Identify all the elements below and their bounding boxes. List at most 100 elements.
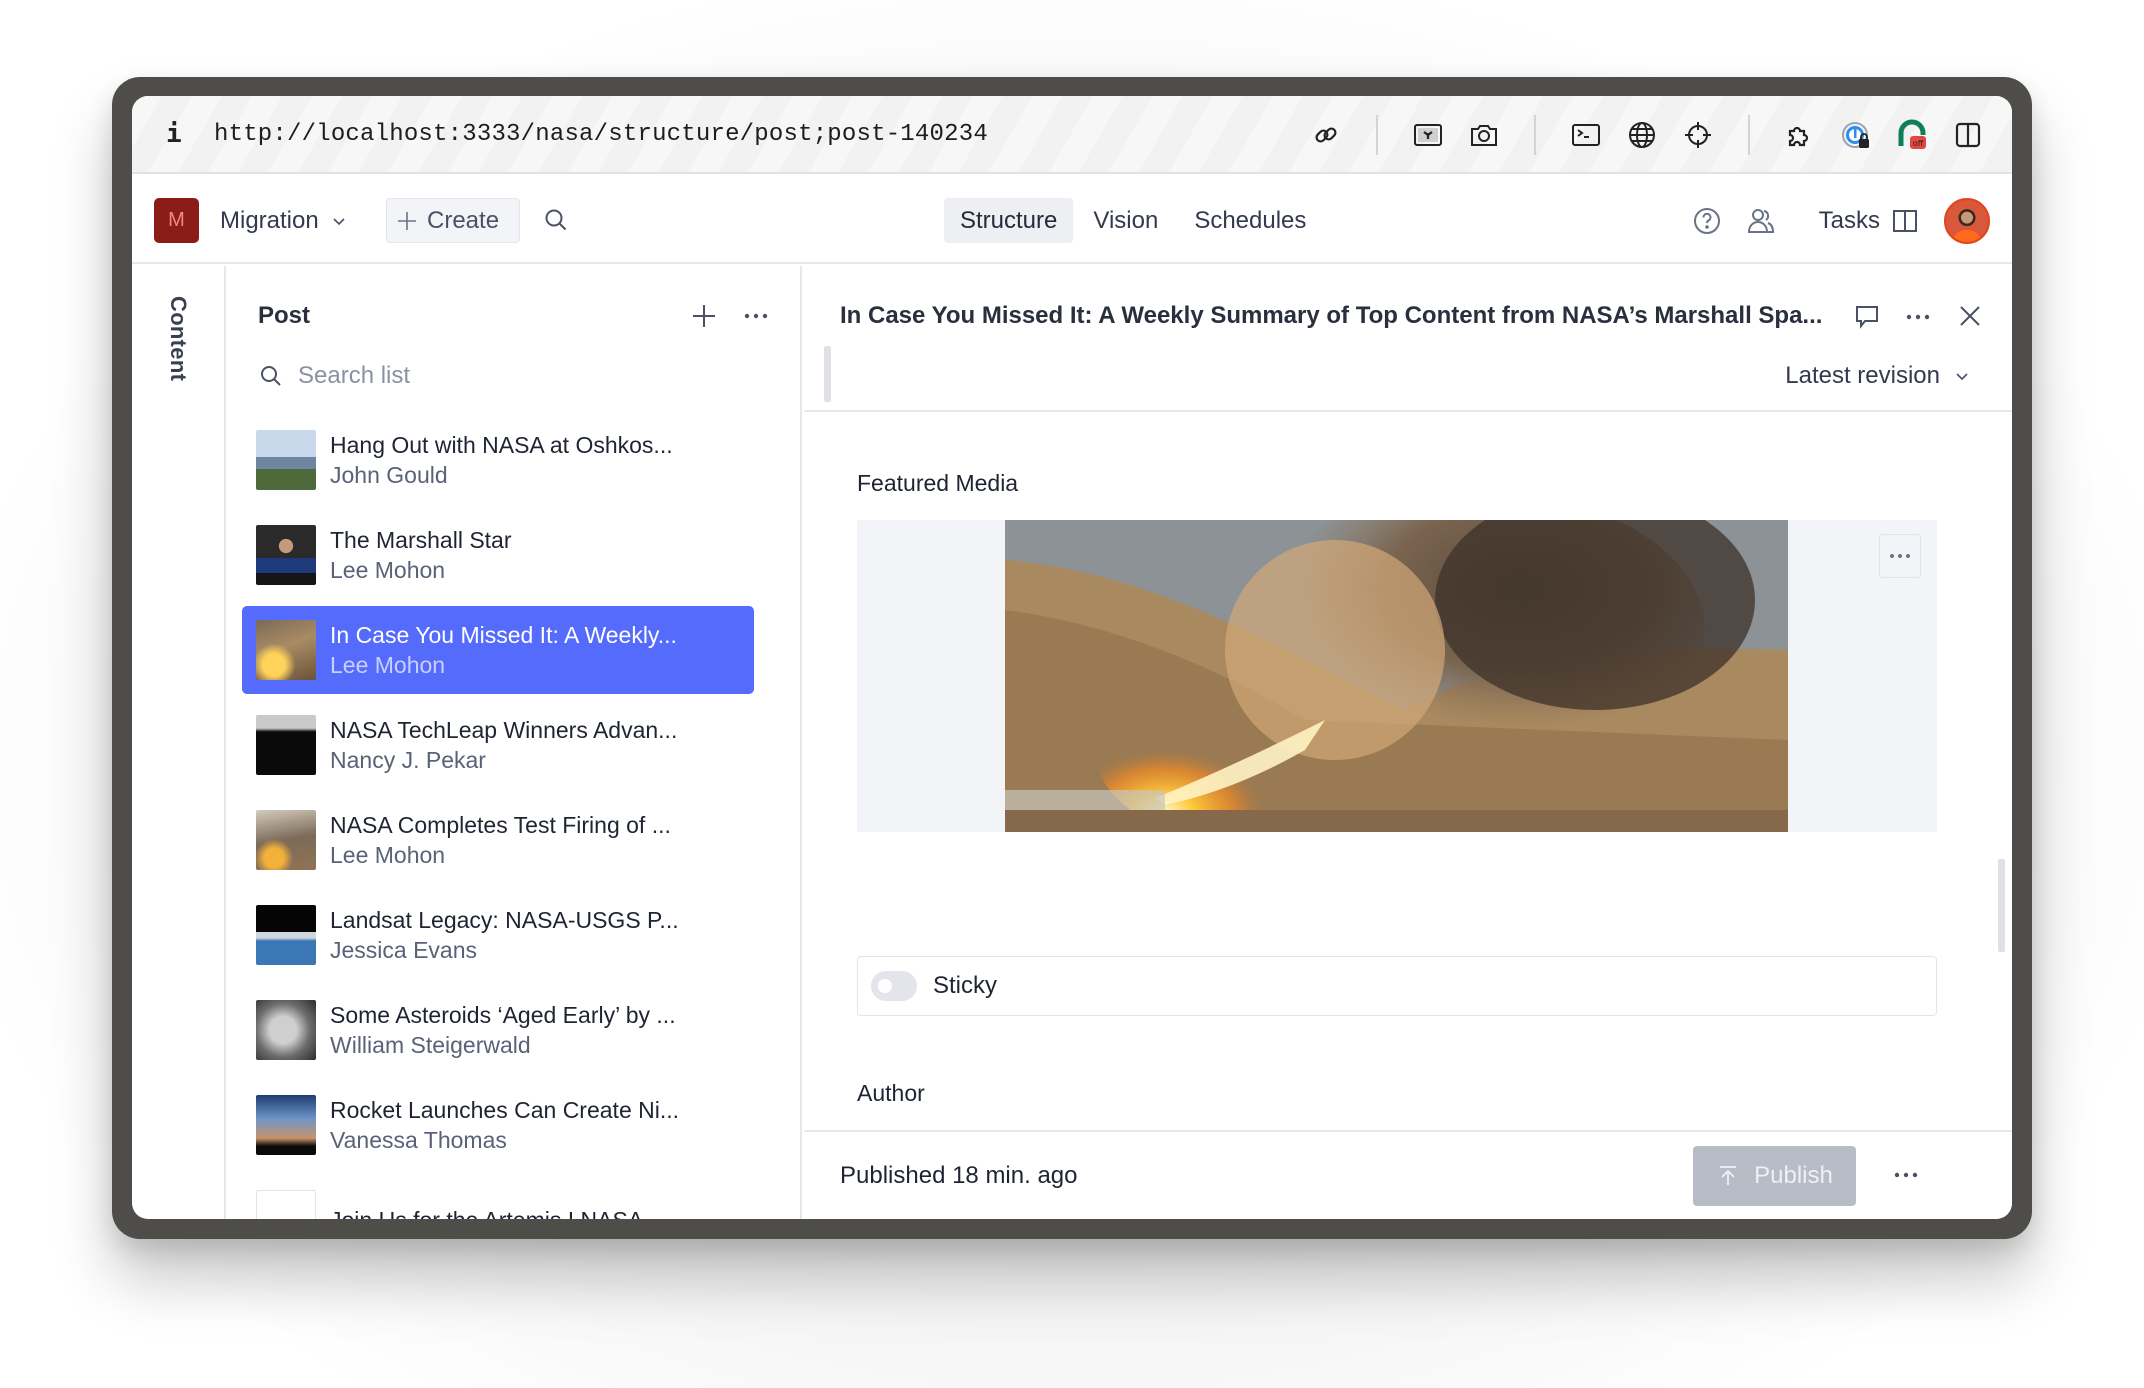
featured-media-label: Featured Media [857, 470, 1019, 496]
workspace-switcher[interactable]: Migration [220, 198, 347, 243]
post-author: Lee Mohon [330, 842, 446, 868]
more-icon [1890, 554, 1910, 558]
panel-toggle-icon[interactable] [1892, 208, 1918, 234]
edit-placeholder-icon [256, 1190, 316, 1219]
post-author: Nancy J. Pekar [330, 747, 486, 773]
rocket-test-image [1005, 520, 1788, 832]
document-form: Featured Media Sticky Author [804, 414, 2012, 1129]
add-document-icon[interactable] [690, 302, 718, 330]
browser-window: i http://localhost:3333/nasa/structure/p… [132, 96, 2012, 1219]
post-thumbnail [256, 1095, 316, 1155]
post-title: Rocket Launches Can Create Ni... [330, 1097, 680, 1123]
toolbar-divider [1748, 115, 1750, 155]
browser-toolbar: off [1290, 96, 1988, 174]
document-menu-icon[interactable] [1904, 310, 1932, 324]
extension-off-icon[interactable]: off [1892, 115, 1932, 155]
document-pane: In Case You Missed It: A Weekly Summary … [804, 266, 2012, 1219]
password-manager-icon[interactable] [1836, 115, 1876, 155]
list-search [258, 352, 758, 400]
workspace-badge[interactable]: M [154, 198, 199, 243]
search-icon [261, 366, 281, 386]
post-list-item[interactable]: The Marshall Star Lee Mohon [242, 511, 754, 599]
document-footer: Published 18 min. ago Publish [804, 1130, 2012, 1219]
browser-url-bar: i http://localhost:3333/nasa/structure/p… [132, 96, 2012, 174]
post-title: NASA Completes Test Firing of ... [330, 812, 671, 838]
chevron-down-icon [1956, 373, 1968, 381]
sticky-toggle[interactable] [871, 971, 917, 1001]
close-icon[interactable] [1956, 302, 1984, 330]
media-menu-button[interactable] [1879, 534, 1921, 578]
toolbar-divider [1534, 115, 1536, 155]
search-icon[interactable] [542, 206, 570, 234]
help-icon[interactable] [1691, 205, 1723, 237]
rail-content-tab[interactable]: Content [165, 296, 191, 381]
crosshair-icon[interactable] [1678, 115, 1718, 155]
extension-off-badge: off [1913, 139, 1924, 148]
terminal-icon[interactable] [1566, 115, 1606, 155]
post-text: Join Us for the Artemis I NASA ... [330, 1205, 667, 1219]
document-actions-menu-icon[interactable] [1892, 1168, 1920, 1182]
extensions-icon[interactable] [1780, 115, 1820, 155]
post-text: NASA TechLeap Winners Advan... Nancy J. P… [330, 715, 677, 775]
post-list-item[interactable]: Join Us for the Artemis I NASA ... [242, 1176, 754, 1219]
tab-schedules[interactable]: Schedules [1178, 198, 1322, 243]
post-thumbnail [256, 620, 316, 680]
create-label: Create [427, 206, 500, 234]
post-list-item[interactable]: In Case You Missed It: A Weekly... Lee Mo… [242, 606, 754, 694]
tool-rail: Content [132, 266, 226, 1219]
chevron-down-icon [333, 217, 345, 225]
document-title: In Case You Missed It: A Weekly Summary … [840, 302, 1823, 329]
plus-icon [398, 211, 416, 230]
post-list-item[interactable]: Rocket Launches Can Create Ni... Vanessa … [242, 1081, 754, 1169]
post-list-item[interactable]: NASA TechLeap Winners Advan... Nancy J. P… [242, 701, 754, 789]
post-thumbnail [256, 715, 316, 775]
post-title: Join Us for the Artemis I NASA ... [330, 1205, 667, 1219]
post-list: Hang Out with NASA at Oshkos... John Goul… [242, 416, 754, 1219]
post-text: The Marshall Star Lee Mohon [330, 525, 512, 585]
featured-media-image[interactable] [1005, 520, 1788, 832]
header-actions: Tasks [1669, 196, 1990, 246]
link-icon[interactable] [1306, 115, 1346, 155]
post-title: The Marshall Star [330, 527, 512, 553]
workspace-initial: M [168, 209, 185, 231]
post-title: Some Asteroids ‘Aged Early’ by ... [330, 1002, 676, 1028]
post-list-panel: Post Hang Out with NASA at Oshkos... John… [228, 266, 802, 1219]
post-list-item[interactable]: Hang Out with NASA at Oshkos... John Goul… [242, 416, 754, 504]
camera-icon[interactable] [1464, 115, 1504, 155]
list-title: Post [258, 302, 311, 329]
site-info-icon[interactable]: i [166, 119, 194, 149]
post-title: In Case You Missed It: A Weekly... [330, 622, 677, 648]
users-icon[interactable] [1745, 205, 1777, 237]
sticky-field: Sticky [857, 956, 1937, 1016]
user-avatar[interactable] [1944, 198, 1990, 244]
post-thumbnail [256, 810, 316, 870]
post-thumbnail [256, 430, 316, 490]
form-scrollbar[interactable] [1998, 859, 2005, 952]
list-menu-icon[interactable] [742, 308, 770, 324]
revision-selector[interactable]: Latest revision [1785, 362, 1970, 390]
publish-button[interactable]: Publish [1693, 1146, 1856, 1206]
document-header: In Case You Missed It: A Weekly Summary … [804, 266, 2012, 412]
post-list-item[interactable]: Some Asteroids ‘Aged Early’ by ... Willia… [242, 986, 754, 1074]
featured-media-field [857, 520, 1937, 832]
tasks-button[interactable]: Tasks [1819, 207, 1880, 235]
post-text: Some Asteroids ‘Aged Early’ by ... Willia… [330, 1000, 676, 1060]
globe-icon[interactable] [1622, 115, 1662, 155]
publish-status: Published 18 min. ago [840, 1162, 1078, 1189]
post-list-item[interactable]: NASA Completes Test Firing of ... Lee Moh… [242, 796, 754, 884]
sidebar-icon[interactable] [1948, 115, 1988, 155]
post-title: Landsat Legacy: NASA-USGS P... [330, 907, 679, 933]
post-list-item[interactable]: Landsat Legacy: NASA-USGS P... Jessica Ev… [242, 891, 754, 979]
author-label: Author [857, 1080, 925, 1106]
comment-icon[interactable] [1852, 302, 1882, 332]
tab-vision[interactable]: Vision [1077, 198, 1174, 243]
post-author: John Gould [330, 462, 448, 488]
tab-structure[interactable]: Structure [944, 198, 1074, 243]
search-list-input[interactable] [298, 362, 718, 390]
url-field[interactable]: http://localhost:3333/nasa/structure/pos… [214, 121, 988, 148]
post-text: NASA Completes Test Firing of ... Lee Moh… [330, 810, 671, 870]
post-author: Lee Mohon [330, 557, 446, 583]
image-picker-icon[interactable] [1408, 115, 1448, 155]
create-button[interactable]: Create [386, 198, 520, 243]
revision-label: Latest revision [1785, 362, 1940, 389]
